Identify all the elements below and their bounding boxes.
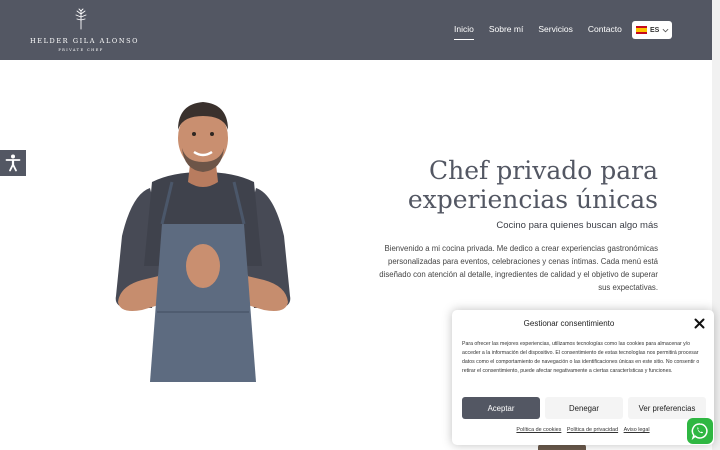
logo-name: HELDER GILA ALONSO: [30, 37, 140, 45]
chevron-down-icon: [662, 28, 669, 32]
cookie-policy-link[interactable]: Política de cookies: [516, 427, 561, 433]
nav-item-servicios[interactable]: Servicios: [538, 24, 572, 34]
nav-item-inicio[interactable]: Inicio: [454, 24, 474, 40]
legal-notice-link[interactable]: Aviso legal: [624, 427, 650, 433]
hero-subtitle: Cocino para quienes buscan algo más: [496, 220, 658, 231]
logo-subtitle: PRIVATE CHEF: [58, 48, 104, 52]
cookie-text: Para ofrecer las mejores experiencias, u…: [462, 341, 700, 374]
nav-item-contacto[interactable]: Contacto: [588, 24, 622, 34]
whatsapp-icon: [691, 423, 708, 440]
cookie-title: Gestionar consentimiento: [523, 319, 615, 328]
accessibility-button[interactable]: [0, 150, 26, 176]
logo-sprig-icon: [75, 8, 87, 30]
nav-item-sobre-mi[interactable]: Sobre mí: [489, 24, 524, 34]
language-code: ES: [650, 26, 660, 34]
deny-button[interactable]: Denegar: [545, 397, 623, 419]
hero-title: Chef privado para experiencias únicas: [380, 156, 658, 214]
hero-title-line1: Chef privado para: [429, 156, 658, 185]
site-logo[interactable]: HELDER GILA ALONSO PRIVATE CHEF: [30, 8, 140, 54]
language-selector[interactable]: ES: [632, 21, 672, 39]
hero-body: Bienvenido a mi cocina privada. Me dedic…: [379, 244, 658, 292]
whatsapp-button[interactable]: [687, 418, 713, 444]
privacy-policy-link[interactable]: Política de privacidad: [567, 427, 618, 433]
hero-title-line2: experiencias únicas: [407, 185, 658, 214]
preferences-button[interactable]: Ver preferencias: [628, 397, 706, 419]
cookie-links: Política de cookies Política de privacid…: [452, 427, 714, 433]
accessibility-icon: [5, 154, 21, 172]
accept-button[interactable]: Aceptar: [462, 397, 540, 419]
page: HELDER GILA ALONSO PRIVATE CHEF Inicio S…: [0, 0, 720, 450]
close-icon[interactable]: [694, 318, 705, 329]
main-nav: Inicio Sobre mí Servicios Contacto: [454, 24, 637, 40]
site-header: HELDER GILA ALONSO PRIVATE CHEF Inicio S…: [0, 0, 712, 60]
spain-flag-icon: [636, 26, 647, 34]
chef-photo: [115, 102, 291, 382]
cookie-consent-dialog: Gestionar consentimiento Para ofrecer la…: [452, 310, 714, 445]
